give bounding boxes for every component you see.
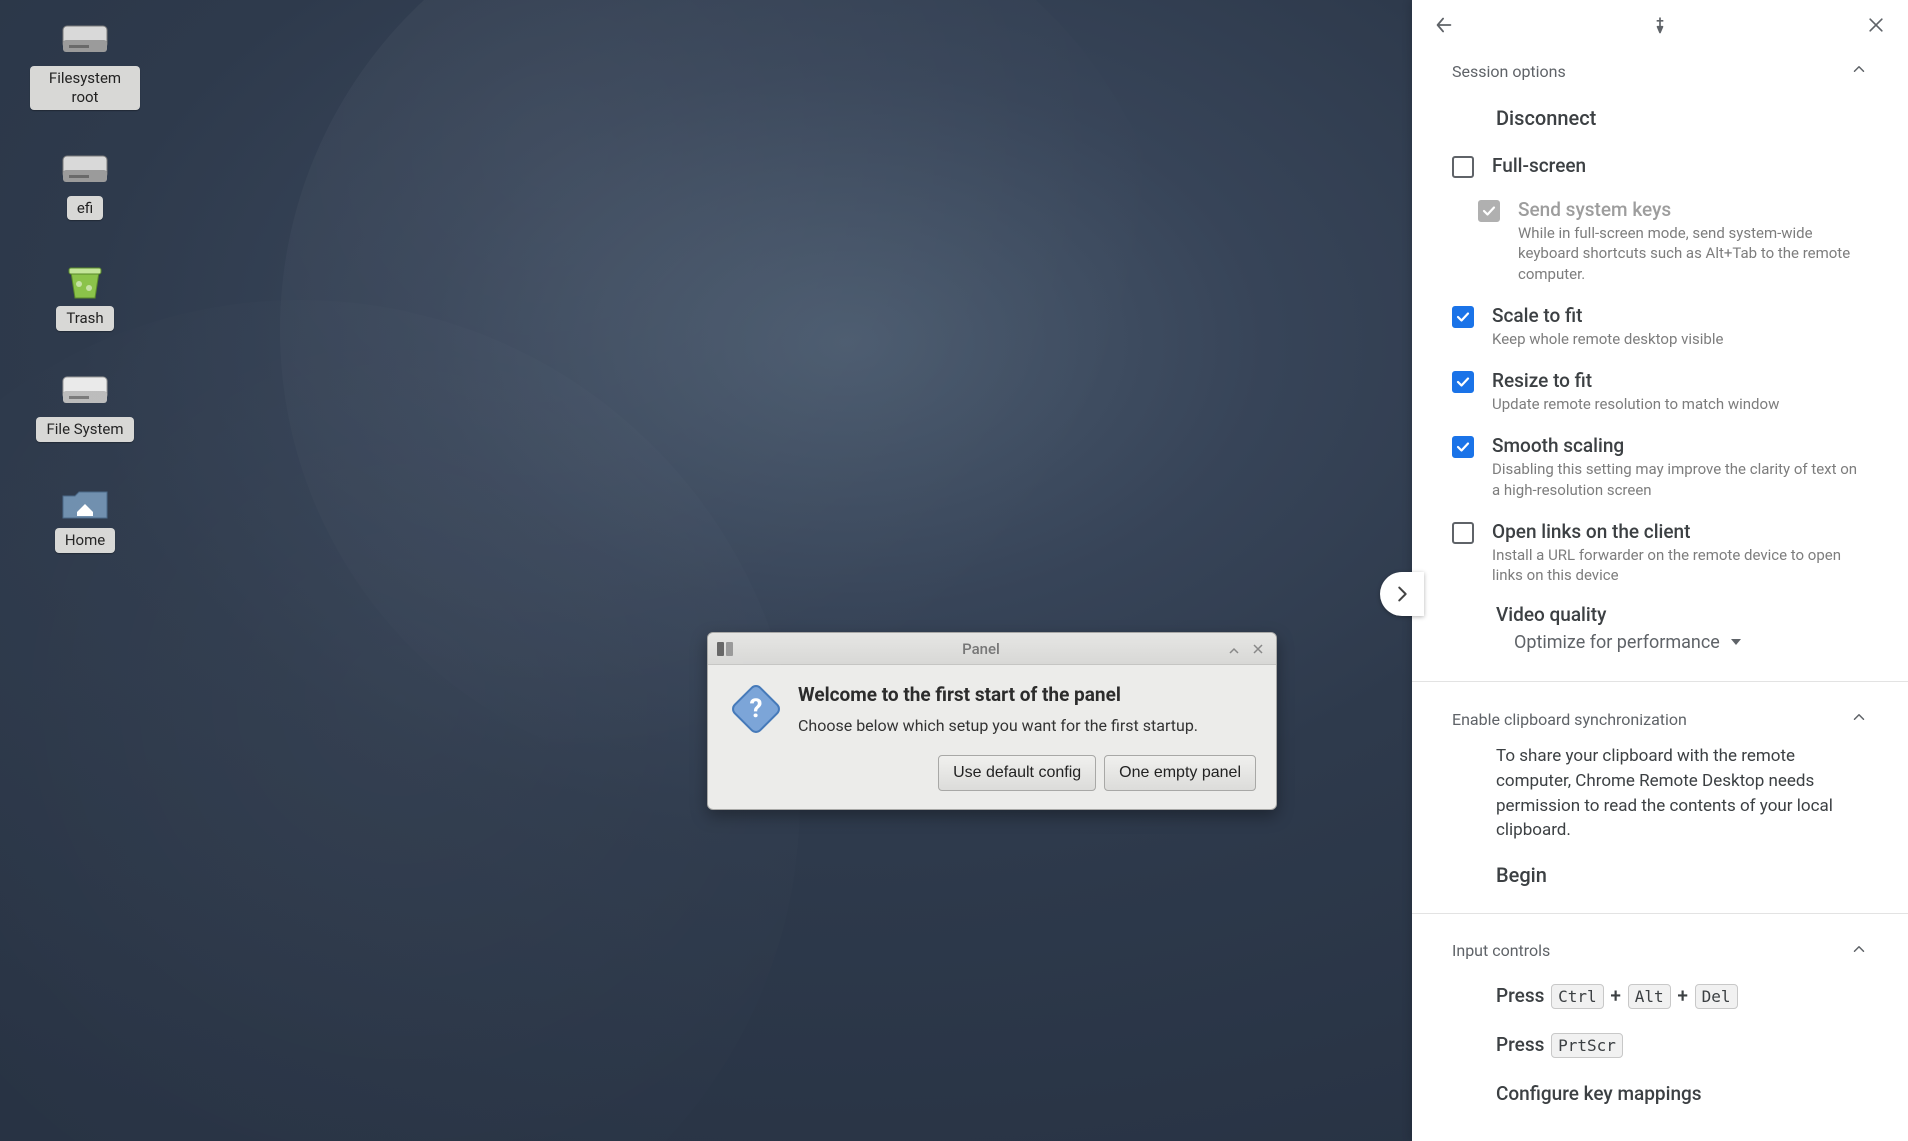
configure-key-mappings-button[interactable]: Configure key mappings — [1412, 1070, 1908, 1117]
key-sep: + — [1610, 984, 1621, 1007]
divider — [1412, 913, 1908, 914]
option-desc: Keep whole remote desktop visible — [1492, 329, 1868, 349]
option-send-system-keys: Send system keys While in full-screen mo… — [1412, 188, 1908, 294]
icon-label: Trash — [56, 306, 113, 331]
chevron-up-icon — [1850, 60, 1868, 82]
video-quality-block: Video quality Optimize for performance — [1412, 595, 1908, 665]
section-label: Session options — [1452, 62, 1566, 81]
begin-button[interactable]: Begin — [1412, 853, 1908, 897]
disconnect-button[interactable]: Disconnect — [1412, 92, 1908, 144]
option-title: Resize to fit — [1492, 369, 1868, 392]
checkbox-fullscreen[interactable] — [1452, 156, 1474, 178]
dialog-message: Choose below which setup you want for th… — [798, 716, 1198, 735]
divider — [1412, 681, 1908, 682]
option-fullscreen[interactable]: Full-screen — [1412, 144, 1908, 188]
key-alt: Alt — [1628, 984, 1671, 1009]
question-icon: ? — [730, 683, 782, 735]
option-open-links[interactable]: Open links on the client Install a URL f… — [1412, 510, 1908, 596]
press-label: Press — [1496, 984, 1544, 1007]
desktop-icon-home[interactable]: Home — [30, 482, 140, 553]
one-empty-panel-button[interactable]: One empty panel — [1104, 755, 1256, 791]
key-del: Del — [1695, 984, 1738, 1009]
option-smooth-scaling[interactable]: Smooth scaling Disabling this setting ma… — [1412, 424, 1908, 510]
remote-desktop-sidebar: Session options Disconnect Full-screen S… — [1412, 0, 1908, 1141]
option-title: Scale to fit — [1492, 304, 1868, 327]
icon-label: Filesystem root — [30, 66, 140, 110]
key-prtscr: PrtScr — [1551, 1033, 1623, 1058]
section-clipboard-sync[interactable]: Enable clipboard synchronization — [1412, 698, 1908, 740]
checkbox-scale-to-fit[interactable] — [1452, 306, 1474, 328]
chevron-up-icon — [1850, 708, 1868, 730]
option-title: Full-screen — [1492, 154, 1868, 177]
icon-label: Home — [55, 528, 115, 553]
section-input-controls[interactable]: Input controls — [1412, 930, 1908, 972]
key-ctrl: Ctrl — [1551, 984, 1604, 1009]
option-title: Open links on the client — [1492, 520, 1868, 543]
option-title: Send system keys — [1518, 198, 1868, 221]
sidebar-header — [1412, 0, 1908, 50]
home-folder-icon — [57, 482, 113, 522]
checkbox-send-system-keys — [1478, 200, 1500, 222]
drive-icon — [57, 371, 113, 411]
minimize-button[interactable] — [1224, 639, 1244, 659]
chevron-up-icon — [1850, 940, 1868, 962]
use-default-config-button[interactable]: Use default config — [938, 755, 1096, 791]
section-session-options[interactable]: Session options — [1412, 50, 1908, 92]
clipboard-description: To share your clipboard with the remote … — [1412, 740, 1908, 853]
trash-icon — [57, 260, 113, 300]
remote-desktop[interactable]: Filesystem root efi Trash File System Ho — [0, 0, 1412, 1141]
key-sep: + — [1677, 984, 1688, 1007]
pin-button[interactable] — [1646, 11, 1674, 39]
section-label: Input controls — [1452, 941, 1550, 960]
desktop-icon-trash[interactable]: Trash — [30, 260, 140, 331]
video-quality-label: Video quality — [1496, 603, 1868, 626]
svg-text:?: ? — [750, 694, 763, 724]
checkbox-resize-to-fit[interactable] — [1452, 371, 1474, 393]
back-button[interactable] — [1430, 11, 1458, 39]
dialog-title: Panel — [742, 640, 1220, 658]
section-label: Enable clipboard synchronization — [1452, 710, 1687, 729]
option-desc: Update remote resolution to match window — [1492, 394, 1868, 414]
icon-label: File System — [36, 417, 133, 442]
dialog-titlebar[interactable]: Panel — [708, 633, 1276, 665]
desktop-icon-filesystem-root[interactable]: Filesystem root — [30, 20, 140, 110]
desktop-icon-efi[interactable]: efi — [30, 150, 140, 221]
option-scale-to-fit[interactable]: Scale to fit Keep whole remote desktop v… — [1412, 294, 1908, 359]
desktop-icon-file-system[interactable]: File System — [30, 371, 140, 442]
window-app-icon — [716, 640, 734, 658]
desktop-icons: Filesystem root efi Trash File System Ho — [30, 20, 140, 553]
close-sidebar-button[interactable] — [1862, 11, 1890, 39]
option-title: Smooth scaling — [1492, 434, 1868, 457]
dialog-heading: Welcome to the first start of the panel — [798, 683, 1198, 706]
option-resize-to-fit[interactable]: Resize to fit Update remote resolution t… — [1412, 359, 1908, 424]
drive-icon — [57, 20, 113, 60]
press-prtscr-button[interactable]: Press PrtScr — [1412, 1021, 1908, 1070]
caret-down-icon — [1730, 632, 1742, 653]
checkbox-smooth-scaling[interactable] — [1452, 436, 1474, 458]
sidebar-collapse-handle[interactable] — [1380, 572, 1424, 616]
checkbox-open-links[interactable] — [1452, 522, 1474, 544]
press-label: Press — [1496, 1033, 1544, 1056]
icon-label: efi — [67, 196, 103, 221]
close-button[interactable] — [1248, 639, 1268, 659]
video-quality-dropdown[interactable]: Optimize for performance — [1496, 632, 1868, 653]
option-desc: Disabling this setting may improve the c… — [1492, 459, 1868, 500]
dropdown-value: Optimize for performance — [1514, 632, 1720, 653]
drive-icon — [57, 150, 113, 190]
panel-first-start-dialog: Panel ? Welcome to the first start of th… — [707, 632, 1277, 810]
option-desc: Install a URL forwarder on the remote de… — [1492, 545, 1868, 586]
option-desc: While in full-screen mode, send system-w… — [1518, 223, 1868, 284]
press-ctrl-alt-del-button[interactable]: Press Ctrl + Alt + Del — [1412, 972, 1908, 1021]
